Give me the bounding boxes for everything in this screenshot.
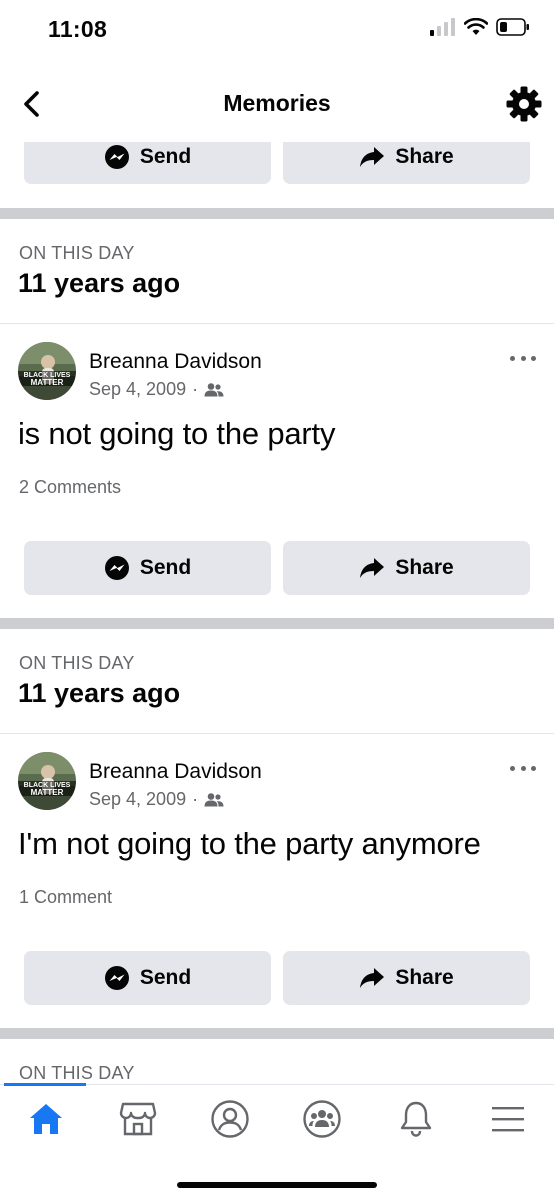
- avatar-photo: BLACK LIVES MATTER: [18, 752, 76, 810]
- send-button[interactable]: Send: [24, 951, 271, 1005]
- send-label: Send: [139, 966, 192, 989]
- tab-notifications[interactable]: [386, 1095, 446, 1143]
- send-button[interactable]: Send: [24, 541, 271, 595]
- avatar-overlay-bottom: MATTER: [31, 788, 64, 797]
- meta-separator: ·: [192, 789, 199, 809]
- post-author[interactable]: Breanna Davidson: [89, 350, 262, 374]
- post-date[interactable]: Sep 4, 2009: [89, 379, 186, 400]
- post-text: is not going to the party: [18, 416, 336, 451]
- section-separator: [0, 208, 554, 219]
- section-separator: [0, 618, 554, 629]
- home-indicator: [177, 1182, 377, 1188]
- share-label: Share: [395, 556, 454, 579]
- friends-audience-icon: [204, 792, 224, 806]
- send-label: Send: [139, 556, 192, 579]
- on-this-day-label: ON THIS DAY: [19, 243, 135, 263]
- more-options-button[interactable]: [510, 758, 536, 778]
- comments-count[interactable]: 1 Comment: [19, 887, 112, 908]
- divider: [0, 323, 554, 324]
- messenger-icon: [104, 966, 129, 990]
- on-this-day-label: ON THIS DAY: [19, 1063, 135, 1083]
- action-bar: Send Share: [0, 142, 554, 184]
- post-text: I'm not going to the party anymore: [18, 826, 481, 861]
- on-this-day-label: ON THIS DAY: [19, 653, 135, 673]
- tab-bar: [0, 1083, 554, 1200]
- post-author[interactable]: Breanna Davidson: [89, 760, 262, 784]
- messenger-icon: [104, 556, 129, 580]
- tab-menu[interactable]: [478, 1095, 538, 1143]
- marketplace-icon: [119, 1102, 157, 1136]
- comments-count[interactable]: 2 Comments: [19, 477, 121, 498]
- years-ago-heading: 11 years ago: [18, 678, 181, 708]
- bell-icon: [400, 1101, 432, 1137]
- status-icons: [430, 18, 530, 36]
- avatar-photo: BLACK LIVES MATTER: [18, 342, 76, 400]
- tab-profile[interactable]: [200, 1095, 260, 1143]
- tab-marketplace[interactable]: [108, 1095, 168, 1143]
- share-button[interactable]: Share: [283, 951, 530, 1005]
- memories-feed[interactable]: Send Share ON THIS DAY 11 years ago BLAC…: [0, 142, 554, 1084]
- post-date[interactable]: Sep 4, 2009: [89, 789, 186, 810]
- gear-icon: [506, 86, 542, 122]
- share-button[interactable]: Share: [283, 142, 530, 184]
- avatar-overlay-bottom: MATTER: [31, 378, 64, 387]
- post-meta: Sep 4, 2009 ·: [89, 789, 224, 810]
- settings-button[interactable]: [504, 84, 544, 124]
- divider: [0, 733, 554, 734]
- share-label: Share: [395, 966, 454, 989]
- share-button[interactable]: Share: [283, 541, 530, 595]
- status-bar: 11:08: [0, 0, 554, 62]
- share-label: Share: [395, 145, 454, 168]
- share-arrow-icon: [360, 558, 385, 578]
- profile-icon: [211, 1100, 249, 1138]
- tab-groups[interactable]: [292, 1095, 352, 1143]
- status-time: 11:08: [48, 16, 108, 42]
- active-tab-indicator: [4, 1083, 86, 1086]
- share-arrow-icon: [360, 147, 385, 167]
- wifi-icon: [464, 18, 488, 35]
- action-bar: Send Share: [0, 541, 554, 595]
- home-icon: [30, 1104, 62, 1134]
- section-separator: [0, 1028, 554, 1039]
- action-bar: Send Share: [0, 951, 554, 1005]
- groups-icon: [303, 1100, 341, 1138]
- tab-home[interactable]: [16, 1095, 76, 1143]
- avatar[interactable]: BLACK LIVES MATTER: [18, 342, 76, 400]
- cellular-signal-icon: [430, 18, 455, 36]
- send-button[interactable]: Send: [24, 142, 271, 184]
- send-label: Send: [139, 145, 192, 168]
- navbar: Memories: [0, 62, 554, 142]
- messenger-icon: [104, 145, 129, 169]
- page-title: Memories: [223, 90, 331, 116]
- avatar[interactable]: BLACK LIVES MATTER: [18, 752, 76, 810]
- years-ago-heading: 11 years ago: [18, 268, 181, 298]
- friends-audience-icon: [204, 382, 224, 396]
- meta-separator: ·: [192, 379, 199, 399]
- more-options-button[interactable]: [510, 348, 536, 368]
- post-meta: Sep 4, 2009 ·: [89, 379, 224, 400]
- share-arrow-icon: [360, 968, 385, 988]
- battery-icon: [496, 18, 529, 36]
- menu-icon: [492, 1107, 524, 1132]
